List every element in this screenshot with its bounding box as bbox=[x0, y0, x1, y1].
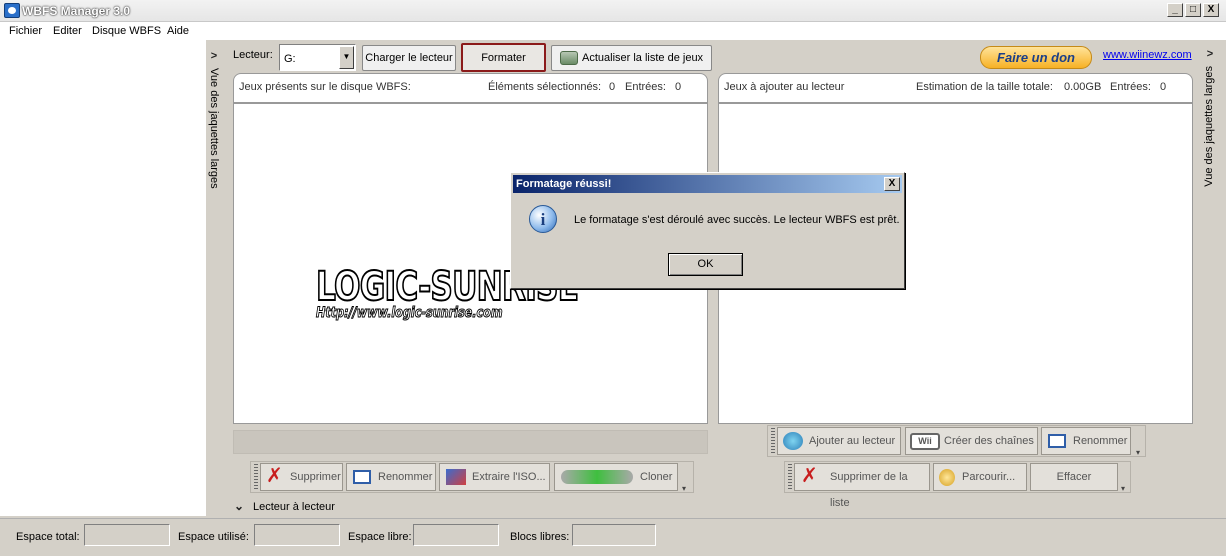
menu-disque-wbfs[interactable]: Disque WBFS bbox=[92, 25, 161, 37]
load-drive-button[interactable]: Charger le lecteur bbox=[362, 45, 456, 71]
rename-icon bbox=[1048, 434, 1066, 448]
delete-game-label: Supprimer bbox=[290, 471, 341, 483]
selected-items-count: 0 bbox=[609, 81, 616, 93]
dialog-title: Formatage réussi! bbox=[516, 178, 612, 190]
create-channels-button[interactable]: Wii Créer des chaînes bbox=[905, 427, 1038, 455]
toolbar-overflow-icon[interactable]: ▾ bbox=[682, 484, 686, 493]
maximize-button[interactable]: □ bbox=[1185, 3, 1201, 17]
delete-icon: ✗ bbox=[801, 465, 818, 487]
rename-add-button[interactable]: Renommer bbox=[1041, 427, 1131, 455]
remove-from-list-button[interactable]: ✗ Supprimer de la liste bbox=[794, 463, 930, 509]
status-bar: Espace total: Espace utilisé: Espace lib… bbox=[0, 518, 1226, 556]
toolbar-overflow-icon[interactable]: ▾ bbox=[1136, 448, 1140, 457]
left-cover-pane bbox=[0, 40, 206, 516]
free-blocks-label: Blocs libres: bbox=[510, 531, 570, 543]
expand-left-arrow-icon[interactable]: > bbox=[207, 50, 221, 64]
menu-fichier[interactable]: Fichier bbox=[9, 25, 42, 37]
disk-games-title: Jeux présents sur le disque WBFS: bbox=[239, 81, 411, 93]
extract-icon bbox=[446, 469, 466, 485]
donate-button[interactable]: Faire un don bbox=[980, 46, 1092, 69]
add-to-drive-button[interactable]: Ajouter au lecteur bbox=[777, 427, 901, 455]
refresh-games-label: Actualiser la liste de jeux bbox=[582, 52, 704, 64]
create-channels-label: Créer des chaînes bbox=[944, 435, 1034, 447]
toolbar-overflow-icon[interactable]: ▾ bbox=[1121, 484, 1125, 493]
menu-editer[interactable]: Editer bbox=[53, 25, 82, 37]
add-games-title: Jeux à ajouter au lecteur bbox=[724, 81, 845, 93]
browse-icon bbox=[939, 469, 955, 486]
entries-label: Entrées: bbox=[625, 81, 666, 93]
clone-icon bbox=[561, 470, 633, 484]
free-blocks-value bbox=[572, 524, 656, 546]
chevron-down-icon[interactable]: ▼ bbox=[339, 46, 354, 69]
close-button[interactable]: X bbox=[1203, 3, 1219, 17]
add-entries-label: Entrées: bbox=[1110, 81, 1151, 93]
total-space-label: Espace total: bbox=[16, 531, 80, 543]
free-space-label: Espace libre: bbox=[348, 531, 412, 543]
size-estimate-label: Estimation de la taille totale: bbox=[916, 81, 1053, 93]
add-games-header: Jeux à ajouter au lecteur Estimation de … bbox=[718, 73, 1193, 103]
dialog-message: Le formatage s'est déroulé avec succès. … bbox=[574, 214, 900, 226]
window-title: WBFS Manager 3.0 bbox=[22, 4, 131, 18]
dialog-title-bar: Formatage réussi! X bbox=[513, 175, 902, 193]
extract-iso-label: Extraire l'ISO... bbox=[472, 471, 546, 483]
extract-iso-button[interactable]: Extraire l'ISO... bbox=[439, 463, 550, 491]
selected-items-label: Éléments sélectionnés: bbox=[488, 81, 602, 93]
menu-bar: Fichier Editer Disque WBFS Aide bbox=[0, 22, 1226, 40]
size-estimate-value: 0.00GB bbox=[1064, 81, 1102, 93]
format-success-dialog: Formatage réussi! X i Le formatage s'est… bbox=[510, 172, 905, 289]
minimize-button[interactable]: _ bbox=[1167, 3, 1183, 17]
toolbar-grip-icon[interactable] bbox=[254, 464, 258, 490]
rename-game-label: Renommer bbox=[378, 471, 433, 483]
toolbar-grip-icon[interactable] bbox=[771, 428, 775, 454]
drive-select-value: G: bbox=[284, 53, 296, 65]
browse-label: Parcourir... bbox=[962, 471, 1016, 483]
entries-count: 0 bbox=[675, 81, 682, 93]
add-actions-toolbar: Ajouter au lecteur Wii Créer des chaînes… bbox=[767, 425, 1146, 457]
delete-icon: ✗ bbox=[266, 465, 283, 487]
disk-games-header: Jeux présents sur le disque WBFS: Élémen… bbox=[233, 73, 708, 103]
rename-game-button[interactable]: Renommer bbox=[346, 463, 436, 491]
add-entries-count: 0 bbox=[1160, 81, 1167, 93]
add-icon bbox=[783, 432, 803, 450]
refresh-games-button[interactable]: Actualiser la liste de jeux bbox=[551, 45, 712, 71]
dialog-close-button[interactable]: X bbox=[884, 177, 900, 191]
drive-to-drive-label[interactable]: Lecteur à lecteur bbox=[253, 501, 335, 513]
expand-right-arrow-icon[interactable]: > bbox=[1203, 48, 1217, 62]
progress-bar bbox=[233, 430, 708, 454]
remove-from-list-label: Supprimer de la liste bbox=[830, 471, 908, 509]
free-space-value bbox=[413, 524, 499, 546]
total-space-value bbox=[84, 524, 170, 546]
disk-actions-toolbar: ✗ Supprimer Renommer Extraire l'ISO... C… bbox=[250, 461, 694, 493]
add-to-drive-label: Ajouter au lecteur bbox=[809, 435, 896, 447]
clone-label: Cloner bbox=[640, 471, 673, 483]
right-cover-view-label[interactable]: Vue des jaquettes larges bbox=[1203, 66, 1215, 187]
title-bar: WBFS Manager 3.0 _ □ X bbox=[0, 0, 1226, 22]
rename-icon bbox=[353, 470, 371, 484]
website-link[interactable]: www.wiinewz.com bbox=[1103, 49, 1192, 61]
menu-aide[interactable]: Aide bbox=[167, 25, 189, 37]
ok-button[interactable]: OK bbox=[668, 253, 743, 276]
delete-game-button[interactable]: ✗ Supprimer bbox=[260, 463, 343, 491]
format-button[interactable]: Formater bbox=[461, 43, 546, 72]
info-icon: i bbox=[529, 205, 557, 233]
app-icon bbox=[4, 3, 20, 18]
disk-refresh-icon bbox=[560, 51, 578, 65]
drive-select[interactable]: G: ▼ bbox=[279, 44, 356, 71]
watermark-url: Http://www.logic-sunrise.com bbox=[316, 305, 503, 322]
left-cover-view-label[interactable]: Vue des jaquettes larges bbox=[208, 68, 220, 189]
rename-add-label: Renommer bbox=[1073, 435, 1128, 447]
used-space-value bbox=[254, 524, 340, 546]
toolbar-grip-icon[interactable] bbox=[788, 464, 792, 490]
browse-button[interactable]: Parcourir... bbox=[933, 463, 1027, 491]
collapse-drive-to-drive-icon[interactable]: ⌄ bbox=[232, 500, 246, 514]
clear-button[interactable]: Effacer bbox=[1030, 463, 1118, 491]
list-actions-toolbar: ✗ Supprimer de la liste Parcourir... Eff… bbox=[784, 461, 1131, 509]
clone-button[interactable]: Cloner bbox=[554, 463, 678, 491]
drive-label: Lecteur: bbox=[233, 49, 273, 61]
wii-channel-icon: Wii bbox=[910, 433, 940, 450]
used-space-label: Espace utilisé: bbox=[178, 531, 249, 543]
